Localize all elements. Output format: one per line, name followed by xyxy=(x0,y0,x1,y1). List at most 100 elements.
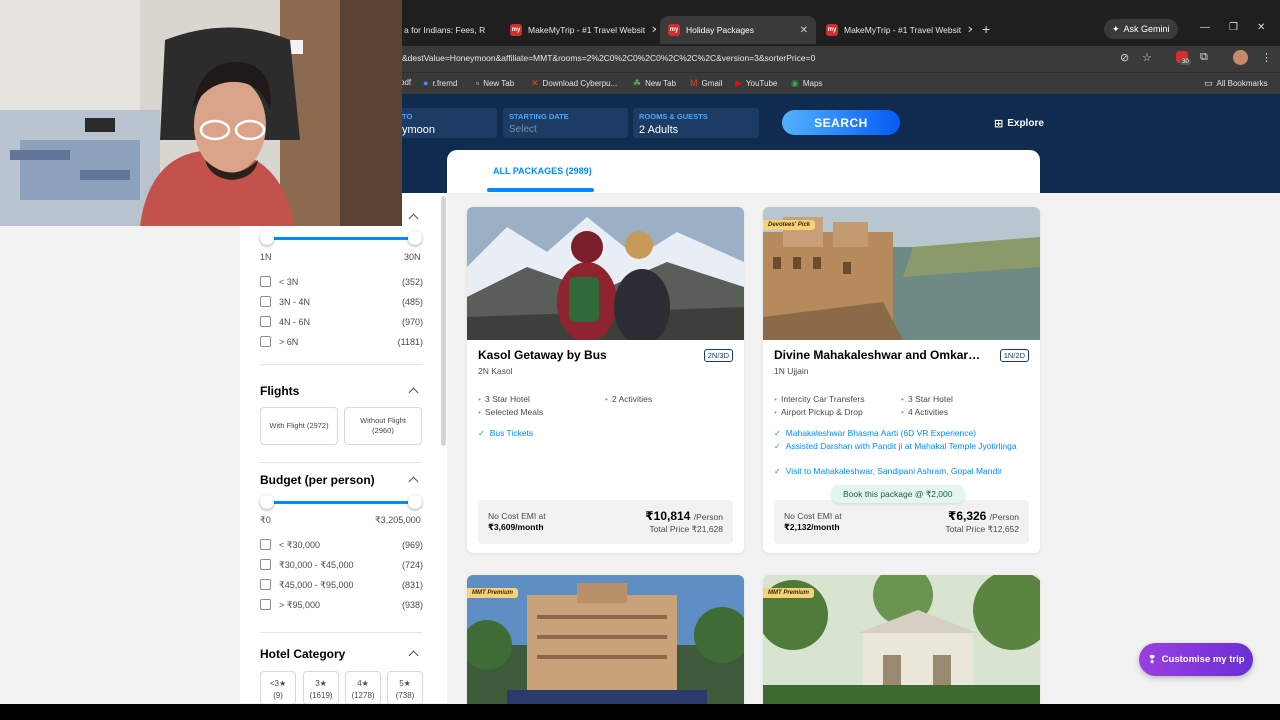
close-window-icon[interactable]: ✕ xyxy=(1257,22,1265,33)
chevron-up-icon[interactable] xyxy=(408,387,419,398)
duration-checkbox[interactable] xyxy=(260,336,271,347)
package-title[interactable]: Kasol Getaway by Bus xyxy=(478,348,688,362)
rooms-guests-label: ROOMS & GUESTS xyxy=(639,112,708,121)
chevron-up-icon[interactable] xyxy=(408,476,419,487)
duration-min-label: 1N xyxy=(260,252,272,262)
rooms-guests-field[interactable]: ROOMS & GUESTS 2 Adults xyxy=(633,108,759,138)
close-icon[interactable]: ✕ xyxy=(651,25,656,36)
bookmark-item[interactable]: ✕ Download Cyberpu... xyxy=(531,78,617,89)
bookmark-item[interactable]: ▶ YouTube xyxy=(735,78,777,89)
extension-badge-icon[interactable]: 30 xyxy=(1176,51,1191,66)
budget-slider-max-handle[interactable] xyxy=(408,495,422,509)
package-highlight: Bus Tickets xyxy=(478,428,733,439)
budget-checkbox[interactable] xyxy=(260,599,271,610)
book-package-button[interactable]: Book this package @ ₹2,000 xyxy=(831,485,965,503)
tab-all-packages[interactable]: ALL PACKAGES (2989) xyxy=(493,166,592,176)
emi-value: ₹2,132/month xyxy=(784,522,840,532)
search-button[interactable]: SEARCH xyxy=(782,110,900,135)
minimize-icon[interactable]: — xyxy=(1200,22,1210,33)
browser-tab[interactable]: my MakeMyTrip - #1 Travel Websit ✕ xyxy=(818,16,972,44)
close-icon[interactable]: ✕ xyxy=(967,25,972,36)
flights-heading: Flights xyxy=(260,384,300,398)
all-bookmarks-item[interactable]: ▭ All Bookmarks xyxy=(1204,78,1268,89)
without-flight-count: (2960) xyxy=(372,426,394,435)
budget-slider-min-handle[interactable] xyxy=(260,495,274,509)
star-bookmark-icon[interactable]: ☆ xyxy=(1142,51,1152,64)
star-label: 5★ xyxy=(399,679,411,688)
chevron-up-icon[interactable] xyxy=(408,650,419,661)
budget-checkbox[interactable] xyxy=(260,539,271,550)
url-field[interactable]: &destValue=Honeymoon&affiliate=MMT&rooms… xyxy=(402,53,815,63)
duration-slider-max-handle[interactable] xyxy=(408,231,422,245)
customise-trip-button[interactable]: ❢ Customise my trip xyxy=(1139,643,1253,676)
taskbar-strip xyxy=(0,704,1280,720)
bookmark-item[interactable]: ☘ New Tab xyxy=(633,78,676,89)
without-flight-option[interactable]: Without Flight (2960) xyxy=(344,407,422,445)
hotel-star-option[interactable]: 3★ (1619) xyxy=(303,671,339,705)
tracking-off-icon[interactable]: ⊘ xyxy=(1120,51,1129,64)
package-card[interactable]: Devotees' Pick Divine Mahakaleshwar and … xyxy=(763,207,1040,553)
more-menu-icon[interactable]: ⋮ xyxy=(1261,51,1272,64)
budget-option-label: > ₹95,000 xyxy=(279,600,321,610)
newtab-leaf-icon: ☘ xyxy=(633,78,642,88)
budget-option-label: < ₹30,000 xyxy=(279,540,321,550)
bookmark-label: Maps xyxy=(802,79,823,88)
bookmark-item[interactable]: ◉ Maps xyxy=(791,78,822,89)
section-divider xyxy=(260,632,422,633)
to-field[interactable]: TO ymoon xyxy=(396,108,497,138)
duration-max-label: 30N xyxy=(404,252,421,262)
bookmark-label: All Bookmarks xyxy=(1216,79,1268,88)
restore-icon[interactable]: ❐ xyxy=(1229,22,1238,33)
mmt-premium-badge: MMT Premium xyxy=(467,588,519,598)
ask-gemini-button[interactable]: ✦ Ask Gemini xyxy=(1104,19,1178,39)
budget-checkbox[interactable] xyxy=(260,579,271,590)
bookmark-label: r.fremd xyxy=(432,78,458,88)
duration-option-count: (1181) xyxy=(397,337,423,347)
bookmark-item[interactable]: M Gmail xyxy=(690,78,722,88)
duration-badge: 1N/2D xyxy=(999,349,1029,362)
package-title[interactable]: Divine Mahakaleshwar and Omkares... xyxy=(774,348,984,362)
package-card[interactable]: MMT Premium xyxy=(467,575,744,704)
budget-max-label: ₹3,205,000 xyxy=(375,515,421,525)
profile-avatar[interactable] xyxy=(1233,50,1248,65)
hotel-category-heading: Hotel Category xyxy=(260,647,346,661)
total-price: Total Price ₹12,652 xyxy=(945,524,1019,534)
with-flight-option[interactable]: With Flight (2972) xyxy=(260,407,338,445)
duration-checkbox[interactable] xyxy=(260,316,271,327)
duration-slider-min-handle[interactable] xyxy=(260,231,274,245)
package-card[interactable]: Kasol Getaway by Bus 2N/3D 2N Kasol 3 St… xyxy=(467,207,744,553)
rooms-guests-value: 2 Adults xyxy=(639,124,679,136)
browser-tab[interactable]: a for Indians: Fees, R xyxy=(396,16,500,44)
duration-checkbox[interactable] xyxy=(260,296,271,307)
extensions-puzzle-icon[interactable]: ⧉ xyxy=(1200,51,1208,64)
browser-tab-active[interactable]: my Holiday Packages ✕ xyxy=(660,16,816,44)
duration-slider-track[interactable] xyxy=(274,237,408,240)
chevron-up-icon[interactable] xyxy=(408,213,419,224)
tab-title: Holiday Packages xyxy=(686,25,755,35)
emi-label: No Cost EMI at xyxy=(784,511,842,521)
duration-option-label: > 6N xyxy=(279,337,299,347)
bookmark-item[interactable]: ▫ New Tab xyxy=(476,78,514,88)
webcam-overlay xyxy=(0,0,402,226)
sidebar-scrollbar[interactable] xyxy=(441,196,446,446)
chat-bubble-icon: ❢ xyxy=(1147,654,1157,666)
section-divider xyxy=(260,364,422,365)
duration-checkbox[interactable] xyxy=(260,276,271,287)
bookmark-label: Download Cyberpu... xyxy=(542,79,618,88)
hotel-star-option[interactable]: 4★ (1278) xyxy=(345,671,381,705)
package-card[interactable]: MMT Premium xyxy=(763,575,1040,704)
starting-date-field[interactable]: STARTING DATE Select xyxy=(503,108,628,138)
budget-option-label: ₹30,000 - ₹45,000 xyxy=(279,560,354,570)
bookmark-item[interactable]: ● r.fremd xyxy=(423,78,457,88)
browser-tab[interactable]: my MakeMyTrip - #1 Travel Websit ✕ xyxy=(502,16,656,44)
explore-link[interactable]: ⊞ Explore xyxy=(994,117,1044,130)
budget-checkbox[interactable] xyxy=(260,559,271,570)
mmt-favicon-icon: my xyxy=(668,24,680,36)
budget-slider-track[interactable] xyxy=(274,501,408,504)
star-label: <3★ xyxy=(269,679,287,688)
hotel-star-option[interactable]: 5★ (738) xyxy=(387,671,423,705)
hotel-star-option[interactable]: <3★ (9) xyxy=(260,671,296,705)
close-icon[interactable]: ✕ xyxy=(800,25,808,36)
section-divider xyxy=(260,462,422,463)
new-tab-icon[interactable]: + xyxy=(982,21,990,37)
